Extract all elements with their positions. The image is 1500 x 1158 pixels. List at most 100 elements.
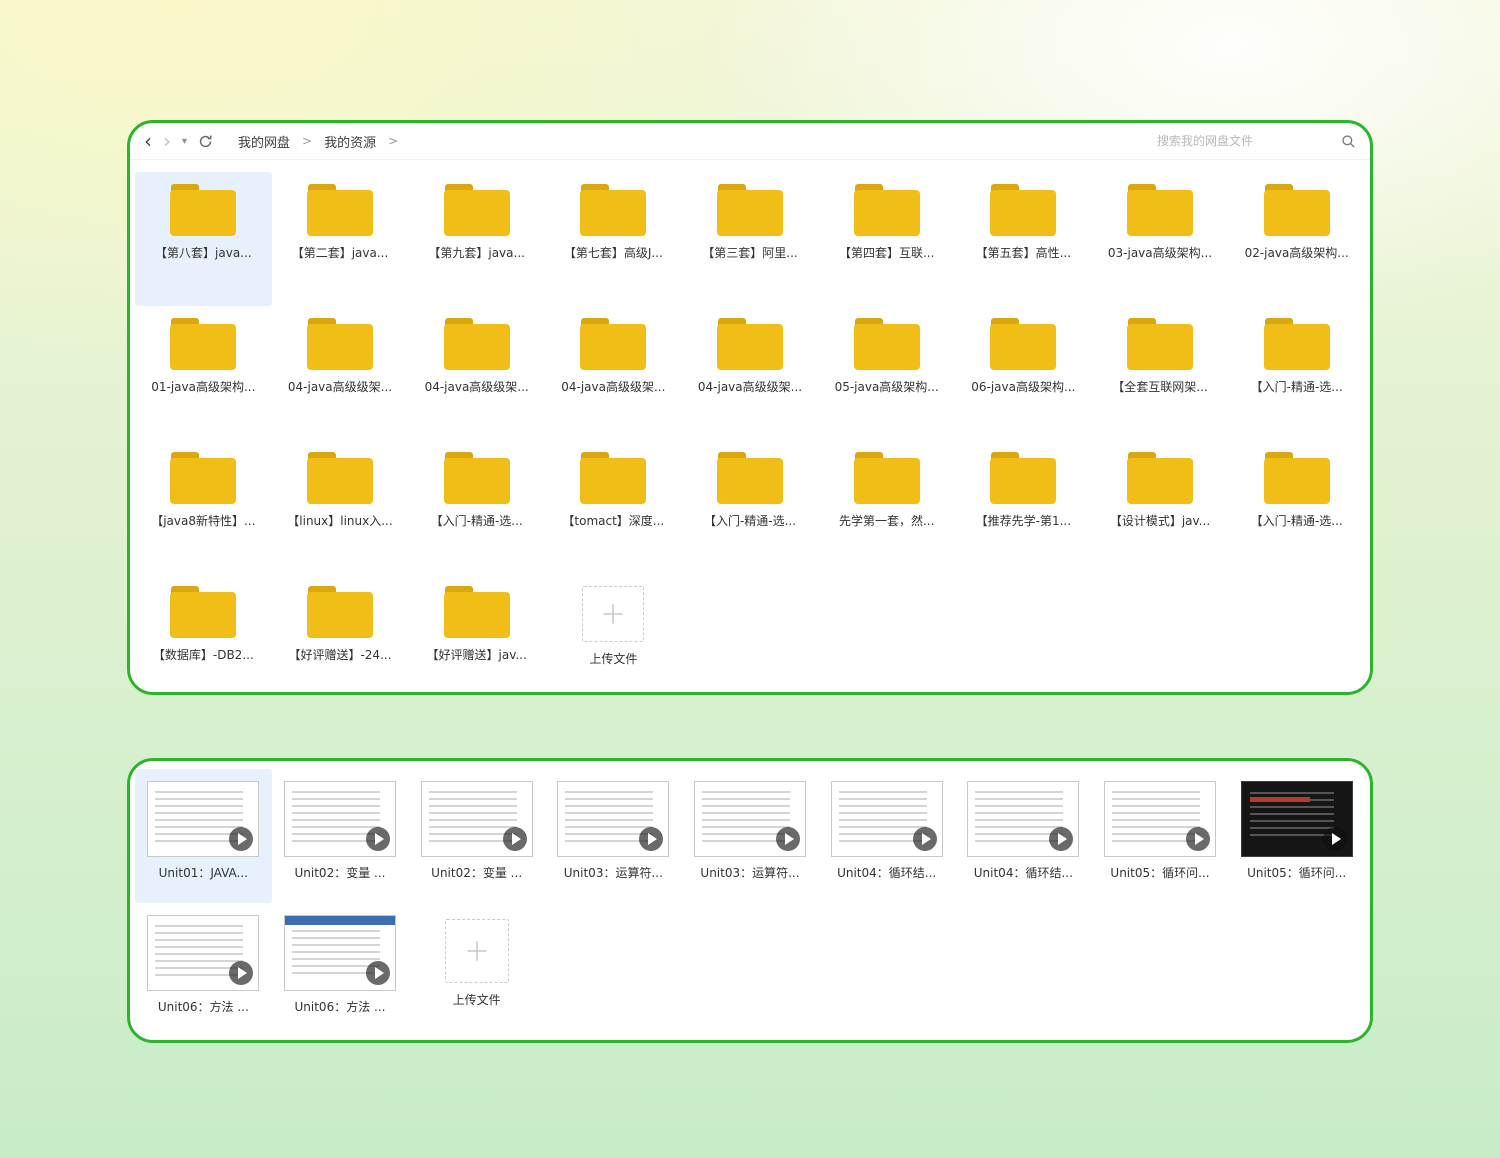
play-icon bbox=[1049, 827, 1074, 851]
folder-item[interactable]: 04-java高级级架... bbox=[682, 306, 819, 440]
video-item[interactable]: Unit04：循环结... bbox=[818, 769, 955, 903]
folder-item[interactable]: 【好评赠送】jav... bbox=[408, 574, 545, 692]
folder-name: 【设计模式】jav... bbox=[1109, 514, 1211, 528]
video-thumbnail bbox=[557, 781, 670, 857]
folder-name: 05-java高级架构... bbox=[834, 380, 939, 394]
folder-item[interactable]: 01-java高级架构... bbox=[135, 306, 272, 440]
folder-icon bbox=[716, 318, 783, 370]
video-item[interactable]: Unit03：运算符... bbox=[545, 769, 682, 903]
play-icon bbox=[639, 827, 664, 851]
folder-item[interactable]: 【第二套】java... bbox=[272, 172, 409, 306]
folder-item[interactable]: 02-java高级架构... bbox=[1228, 172, 1365, 306]
folder-name: 06-java高级架构... bbox=[971, 380, 1076, 394]
folder-item[interactable]: 04-java高级级架... bbox=[408, 306, 545, 440]
video-item[interactable]: Unit06：方法 ... bbox=[272, 903, 409, 1037]
refresh-icon[interactable] bbox=[198, 134, 213, 149]
folder-item[interactable]: 【入门-精通-选... bbox=[1228, 440, 1365, 574]
video-name: Unit01：JAVA... bbox=[158, 866, 248, 880]
folder-item[interactable]: 【linux】linux入... bbox=[272, 440, 409, 574]
folder-item[interactable]: 【第七套】高级J... bbox=[545, 172, 682, 306]
folder-name: 【第二套】java... bbox=[291, 246, 389, 260]
video-item[interactable]: Unit02：变量 ... bbox=[272, 769, 409, 903]
folder-name: 【推荐先学-第1... bbox=[975, 514, 1072, 528]
search-box bbox=[1155, 133, 1356, 149]
play-icon bbox=[775, 827, 800, 851]
folder-name: 04-java高级级架... bbox=[287, 380, 393, 394]
dropdown-caret-icon[interactable]: ▾ bbox=[182, 137, 187, 147]
video-name: Unit04：循环结... bbox=[973, 866, 1073, 880]
folder-item[interactable]: 先学第一套，然... bbox=[818, 440, 955, 574]
video-thumbnail bbox=[693, 781, 806, 857]
video-thumbnail bbox=[1103, 781, 1216, 857]
video-thumbnail bbox=[283, 915, 396, 991]
play-icon bbox=[1322, 827, 1347, 851]
folder-name: 【linux】linux入... bbox=[287, 514, 393, 528]
video-thumbnail bbox=[147, 915, 260, 991]
video-name: Unit05：循环问... bbox=[1110, 866, 1210, 880]
folder-item[interactable]: 04-java高级级架... bbox=[272, 306, 409, 440]
folder-name: 03-java高级架构... bbox=[1107, 246, 1213, 260]
folder-icon bbox=[990, 318, 1057, 370]
videos-panel: Unit01：JAVA... Unit02：变量 ... Unit02：变量 ...… bbox=[127, 758, 1373, 1043]
folder-item[interactable]: 【第三套】阿里... bbox=[682, 172, 819, 306]
folder-item[interactable]: 【第八套】java... bbox=[135, 172, 272, 306]
forward-icon[interactable]: › bbox=[163, 131, 171, 151]
folder-item[interactable]: 【入门-精通-选... bbox=[1228, 306, 1365, 440]
video-thumbnail bbox=[147, 781, 260, 857]
video-thumbnail bbox=[830, 781, 943, 857]
folder-item[interactable]: 【第九套】java... bbox=[408, 172, 545, 306]
back-icon[interactable]: ‹ bbox=[144, 131, 152, 151]
video-item[interactable]: Unit01：JAVA... bbox=[135, 769, 272, 903]
video-thumbnail bbox=[420, 781, 533, 857]
folder-name: 04-java高级级架... bbox=[697, 380, 803, 394]
folder-name: 【tomact】深度... bbox=[562, 514, 665, 528]
breadcrumb-item-current[interactable]: 我的资源 bbox=[324, 132, 376, 151]
play-icon bbox=[365, 827, 390, 851]
folder-item[interactable]: 06-java高级架构... bbox=[955, 306, 1092, 440]
folder-item[interactable]: 【入门-精通-选... bbox=[682, 440, 819, 574]
folder-icon bbox=[1263, 318, 1330, 370]
video-name: Unit02：变量 ... bbox=[431, 866, 523, 880]
upload-tile-videos[interactable]: 上传文件 bbox=[408, 903, 545, 1037]
folder-name: 【第七套】高级J... bbox=[563, 246, 663, 260]
folder-name: 【入门-精通-选... bbox=[1250, 514, 1343, 528]
search-input[interactable] bbox=[1155, 133, 1331, 149]
video-item[interactable]: Unit02：变量 ... bbox=[408, 769, 545, 903]
folder-name: 【java8新特性】... bbox=[151, 514, 256, 528]
folder-item[interactable]: 04-java高级级架... bbox=[545, 306, 682, 440]
search-icon[interactable] bbox=[1341, 134, 1356, 149]
video-item[interactable]: Unit04：循环结... bbox=[955, 769, 1092, 903]
folder-item[interactable]: 05-java高级架构... bbox=[818, 306, 955, 440]
folder-icon bbox=[170, 184, 237, 236]
video-item[interactable]: Unit05：循环问... bbox=[1228, 769, 1365, 903]
folder-item[interactable]: 【第五套】高性... bbox=[955, 172, 1092, 306]
folder-item[interactable]: 【tomact】深度... bbox=[545, 440, 682, 574]
folder-icon bbox=[443, 318, 510, 370]
navbar: ‹ › ▾ 我的网盘 > 我的资源 > bbox=[130, 123, 1370, 160]
folder-item[interactable]: 【入门-精通-选... bbox=[408, 440, 545, 574]
folder-item[interactable]: 【全套互联网架... bbox=[1092, 306, 1229, 440]
video-thumbnail bbox=[283, 781, 396, 857]
video-item[interactable]: Unit06：方法 ... bbox=[135, 903, 272, 1037]
video-item[interactable]: Unit05：循环问... bbox=[1092, 769, 1229, 903]
folder-item[interactable]: 【数据库】-DB2... bbox=[135, 574, 272, 692]
folder-item[interactable]: 03-java高级架构... bbox=[1092, 172, 1229, 306]
breadcrumb-item-root[interactable]: 我的网盘 bbox=[238, 132, 290, 151]
folder-grid: 【第八套】java... 【第二套】java... 【第九套】java... 【第七套… bbox=[130, 160, 1370, 692]
folder-item[interactable]: 【设计模式】jav... bbox=[1092, 440, 1229, 574]
folder-icon bbox=[1126, 184, 1193, 236]
video-name: Unit02：变量 ... bbox=[294, 866, 386, 880]
folder-icon bbox=[580, 452, 647, 504]
folder-icon bbox=[580, 184, 647, 236]
video-name: Unit04：循环结... bbox=[837, 866, 937, 880]
video-item[interactable]: Unit03：运算符... bbox=[682, 769, 819, 903]
folder-item[interactable]: 【好评赠送】-24... bbox=[272, 574, 409, 692]
folder-item[interactable]: 【第四套】互联... bbox=[818, 172, 955, 306]
folder-name: 【全套互联网架... bbox=[1112, 380, 1208, 394]
play-icon bbox=[229, 827, 254, 851]
upload-tile-folders[interactable]: 上传文件 bbox=[545, 574, 682, 692]
folder-icon bbox=[170, 586, 237, 638]
folder-item[interactable]: 【推荐先学-第1... bbox=[955, 440, 1092, 574]
folder-item[interactable]: 【java8新特性】... bbox=[135, 440, 272, 574]
folder-name: 【第九套】java... bbox=[428, 246, 525, 260]
